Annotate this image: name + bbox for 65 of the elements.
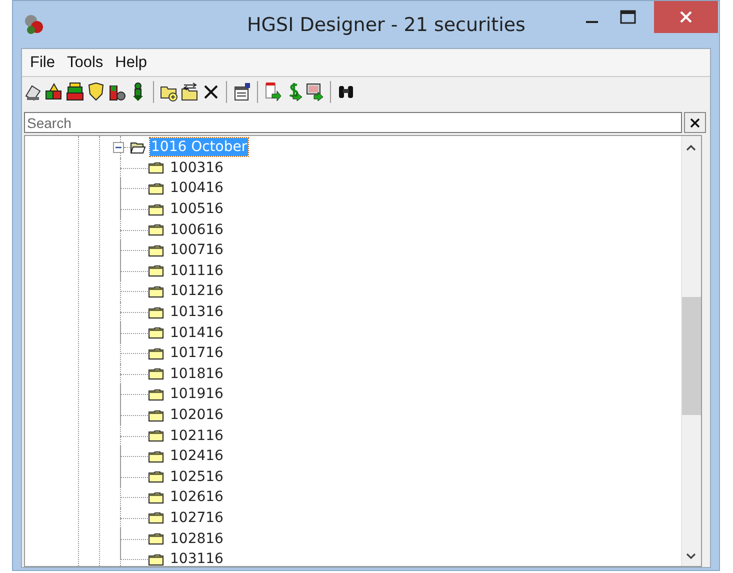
clear-search-button[interactable] <box>684 112 706 133</box>
folder-icon <box>148 182 164 195</box>
tree-item[interactable]: 102416 <box>169 447 224 466</box>
tree-item[interactable]: 101816 <box>169 364 224 383</box>
tree-item[interactable]: 101116 <box>169 262 224 280</box>
tree-item[interactable]: 102716 <box>169 508 224 527</box>
tree-item[interactable]: 101216 <box>169 282 224 300</box>
tree-item[interactable]: 100416 <box>169 179 224 198</box>
folder-icon <box>148 284 164 298</box>
search-field[interactable]: Search <box>24 112 682 133</box>
folder-icon <box>148 306 164 319</box>
stack-icon[interactable] <box>66 82 84 102</box>
tree-item[interactable]: 102516 <box>169 468 224 486</box>
scroll-thumb[interactable] <box>682 297 701 415</box>
folder-icon <box>148 346 164 360</box>
scroll-down-icon[interactable] <box>686 552 696 560</box>
menu-item[interactable]: Help <box>110 54 152 72</box>
maximize-icon <box>619 9 637 25</box>
folder-icon <box>148 408 164 422</box>
folder-icon <box>148 161 164 174</box>
export-icon[interactable] <box>264 82 282 102</box>
shapes-icon[interactable] <box>45 82 63 102</box>
close-button[interactable] <box>654 1 718 33</box>
folder-icon <box>148 388 164 401</box>
close-icon <box>679 10 693 24</box>
folder-icon <box>148 511 164 524</box>
scrollbar[interactable] <box>681 136 701 566</box>
minimize-icon <box>586 21 598 23</box>
window-title: HGSI Designer - 21 securities <box>247 14 526 36</box>
tree-item[interactable]: 100716 <box>169 241 224 260</box>
folder-icon <box>148 470 164 484</box>
folder-icon <box>148 532 164 546</box>
collapse-icon[interactable] <box>113 142 124 153</box>
open-folder-icon <box>130 140 146 154</box>
folder-icon <box>148 490 164 504</box>
app-icon <box>23 12 45 36</box>
tree-item[interactable]: 101916 <box>169 385 224 404</box>
tree-item[interactable]: 101416 <box>169 324 224 342</box>
folder-icon <box>148 264 164 278</box>
folder-icon <box>148 244 164 257</box>
tree-item[interactable]: 102116 <box>169 426 224 445</box>
folder-icon <box>148 326 164 340</box>
folder-icon <box>148 367 164 380</box>
tree-item[interactable]: 102016 <box>169 406 224 424</box>
tree-item[interactable]: 100316 <box>169 158 224 177</box>
menu-item[interactable]: Tools <box>62 54 108 72</box>
tree-item[interactable]: 103116 <box>169 550 224 566</box>
tree-item[interactable]: 100516 <box>169 200 224 218</box>
properties-icon[interactable] <box>233 82 251 102</box>
shield-icon[interactable] <box>87 82 105 102</box>
folder-icon <box>148 450 164 463</box>
folder-icon <box>148 552 164 566</box>
tree-item[interactable]: 102616 <box>169 488 224 506</box>
folder-icon <box>148 223 164 236</box>
tree-item[interactable]: 102816 <box>169 530 224 548</box>
folder-icon <box>148 429 164 442</box>
monitor-arrow-icon[interactable] <box>306 82 324 102</box>
swap-arrows-icon[interactable] <box>181 82 199 102</box>
folder-icon <box>148 202 164 216</box>
menu-item[interactable]: File <box>25 54 60 72</box>
close-icon <box>690 118 700 128</box>
tree-item[interactable]: 101716 <box>169 344 224 362</box>
tree-item[interactable]: 101316 <box>169 303 224 322</box>
scroll-up-icon[interactable] <box>686 144 696 152</box>
tree-item[interactable]: 100616 <box>169 220 224 239</box>
